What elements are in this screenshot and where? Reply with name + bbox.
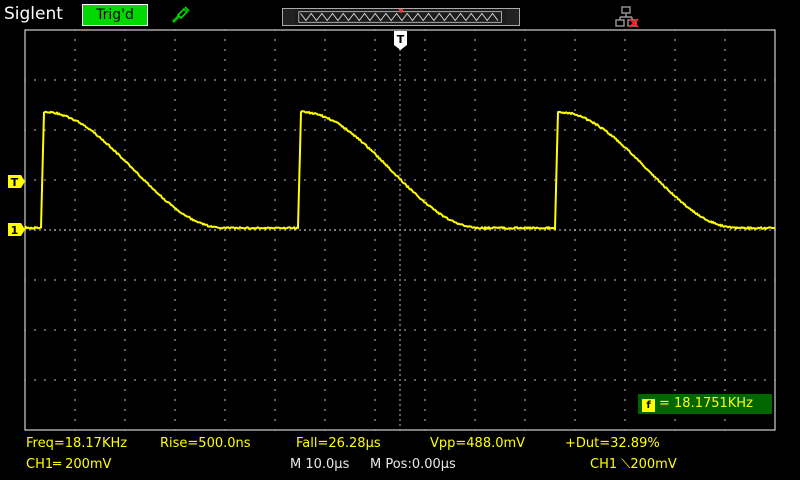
- measure-vpp: Vpp=488.0mV: [430, 436, 525, 451]
- measure-rise: Rise=500.0ns: [160, 436, 251, 451]
- frequency-icon: f: [642, 399, 655, 412]
- ch1-scale: CH1═ 200mV: [26, 457, 111, 472]
- timebase: M 10.0µs: [290, 457, 349, 472]
- frequency-counter: f = 18.1751KHz: [638, 394, 772, 414]
- frequency-counter-value: = 18.1751KHz: [659, 396, 753, 411]
- measure-freq: Freq=18.17KHz: [26, 436, 127, 451]
- trigger-level-marker[interactable]: T: [8, 175, 25, 189]
- memory-position: M Pos:0.00µs: [370, 457, 456, 472]
- svg-text:T: T: [11, 176, 19, 189]
- trigger-info: CH1 ⟍200mV: [590, 457, 677, 472]
- svg-text:T: T: [397, 33, 405, 46]
- ch1-ground-marker[interactable]: 1: [8, 223, 25, 237]
- measure-fall: Fall=26.28µs: [296, 436, 381, 451]
- svg-text:1: 1: [11, 224, 19, 237]
- measure-duty: +Dut=32.89%: [565, 436, 660, 451]
